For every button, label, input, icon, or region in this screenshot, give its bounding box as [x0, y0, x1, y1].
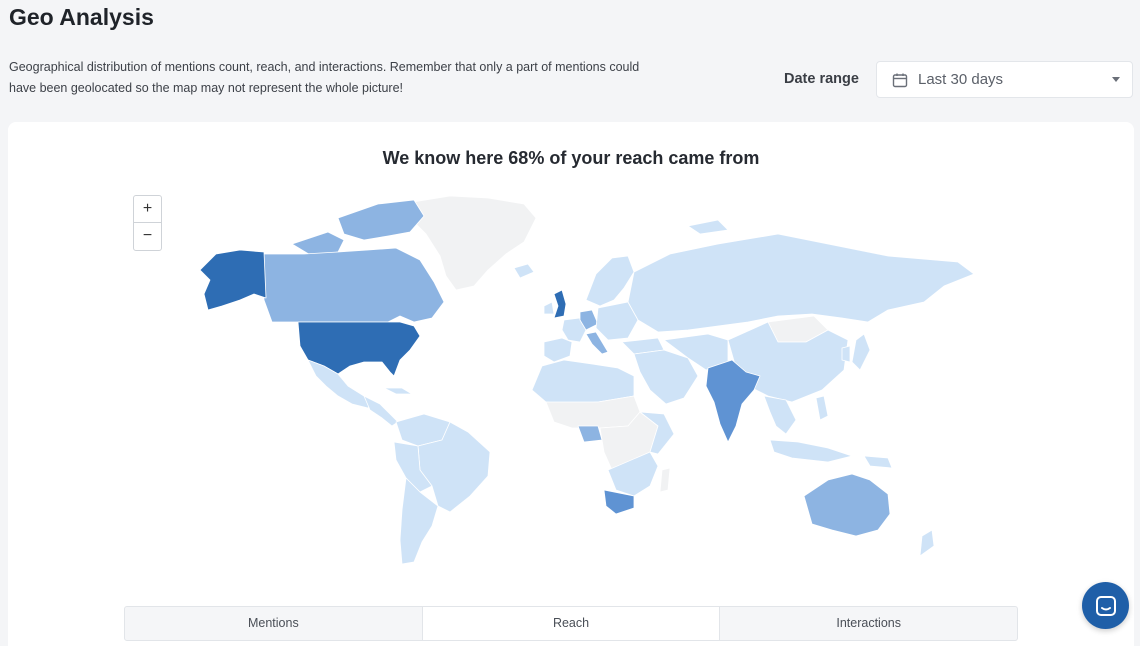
country-uk[interactable] [553, 289, 567, 319]
chat-button[interactable] [1082, 582, 1129, 629]
country-canada[interactable] [263, 247, 445, 323]
tab-mentions[interactable]: Mentions [125, 607, 422, 640]
country-iceland[interactable] [513, 263, 535, 279]
map-title: We know here 68% of your reach came from [382, 148, 760, 168]
date-range-value: Last 30 days [918, 71, 1004, 88]
country-north-africa[interactable] [531, 359, 635, 405]
tab-reach[interactable]: Reach [421, 607, 721, 640]
country-indonesia[interactable] [769, 439, 853, 463]
page-description: Geographical distribution of mentions co… [9, 60, 640, 95]
country-japan[interactable] [851, 333, 871, 371]
page-title: Geo Analysis [9, 4, 154, 30]
country-greenland[interactable] [411, 195, 537, 291]
country-philippines[interactable] [815, 395, 829, 421]
country-australia[interactable] [803, 473, 891, 537]
country-scandinavia[interactable] [585, 255, 635, 307]
geo-map-card: We know here 68% of your reach came from… [8, 122, 1134, 646]
country-madagascar[interactable] [659, 467, 671, 493]
country-russia-islands[interactable] [687, 219, 729, 235]
tab-interactions[interactable]: Interactions [720, 607, 1017, 640]
calendar-icon [892, 73, 908, 87]
country-ireland[interactable] [543, 301, 555, 315]
chat-icon [1095, 595, 1116, 616]
chevron-down-icon [1112, 77, 1120, 82]
country-nigeria[interactable] [577, 425, 603, 443]
country-canada-islands[interactable] [337, 199, 425, 241]
country-argentina-chile[interactable] [399, 477, 439, 565]
country-korea[interactable] [841, 345, 851, 363]
country-spain-portugal[interactable] [543, 337, 573, 363]
country-papua-new-guinea[interactable] [863, 455, 893, 469]
date-range-label: Date range [784, 71, 859, 87]
zoom-out-button[interactable]: − [134, 223, 161, 250]
date-range-select[interactable]: Last 30 days [876, 61, 1133, 98]
country-central-america[interactable] [363, 395, 399, 427]
world-map[interactable] [188, 190, 978, 570]
zoom-in-button[interactable]: + [134, 196, 161, 223]
metric-tabs: Mentions Reach Interactions [124, 606, 1018, 641]
zoom-controls: + − [133, 195, 162, 251]
country-new-zealand[interactable] [919, 529, 935, 557]
country-cuba[interactable] [383, 387, 413, 395]
country-usa-alaska[interactable] [199, 249, 267, 311]
